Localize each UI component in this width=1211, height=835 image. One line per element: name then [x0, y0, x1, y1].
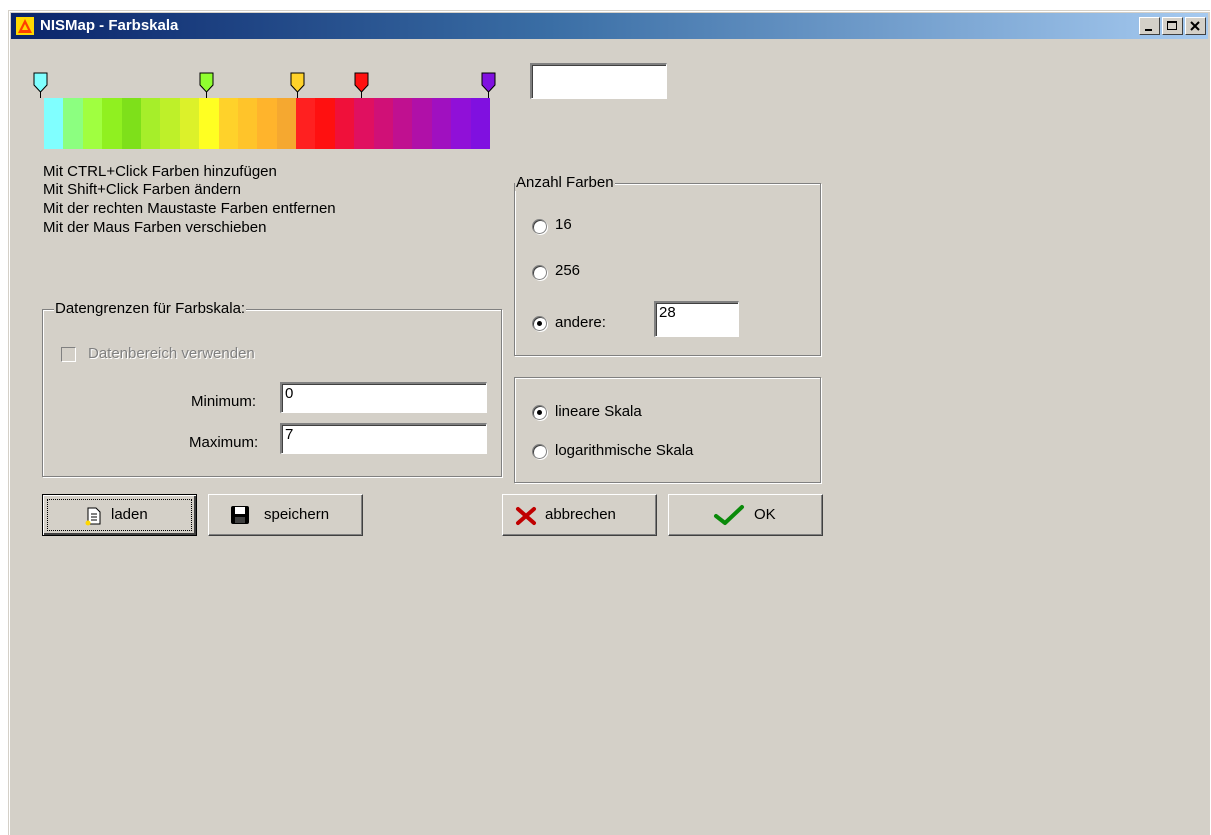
- data-limits-legend: Datengrenzen für Farbskala:: [54, 300, 247, 317]
- radio-logarithmic[interactable]: [532, 444, 547, 459]
- dialog-window: NISMap - Farbskala Mit CTRL+Click Farben…: [8, 10, 1210, 835]
- window-title: NISMap - Farbskala: [40, 17, 179, 34]
- checkmark-icon: [714, 505, 744, 525]
- color-segment: [470, 98, 490, 149]
- marker-cyan[interactable]: [32, 72, 50, 98]
- other-count-input[interactable]: 28: [654, 301, 739, 337]
- load-icon: [85, 507, 101, 526]
- radio-other[interactable]: [532, 316, 547, 331]
- color-segment: [102, 98, 122, 149]
- maximum-label: Maximum:: [189, 434, 259, 451]
- close-button[interactable]: [1185, 17, 1206, 35]
- radio-16[interactable]: [532, 219, 547, 234]
- color-segment: [412, 98, 432, 149]
- radio-256[interactable]: [532, 265, 547, 280]
- marker-violet[interactable]: [480, 72, 498, 98]
- color-segment: [431, 98, 452, 149]
- ok-label: OK: [754, 506, 776, 523]
- minimum-input[interactable]: 0: [280, 382, 487, 413]
- color-segment: [140, 98, 161, 149]
- help-line-1: Mit CTRL+Click Farben hinzufügen: [43, 163, 277, 180]
- color-segment: [82, 98, 103, 149]
- color-segment: [354, 98, 374, 149]
- save-button[interactable]: speichern: [208, 494, 363, 536]
- help-line-2: Mit Shift+Click Farben ändern: [43, 181, 242, 198]
- color-segment: [315, 98, 335, 149]
- title-bar[interactable]: NISMap - Farbskala: [11, 13, 1208, 39]
- load-button[interactable]: laden: [42, 494, 197, 536]
- cancel-icon: [516, 507, 536, 525]
- close-icon: [1190, 21, 1200, 31]
- save-icon: [231, 506, 249, 524]
- help-line-4: Mit der Maus Farben verschieben: [43, 219, 267, 236]
- color-segment: [121, 98, 141, 149]
- radio-other-label: andere:: [555, 314, 606, 331]
- radio-linear[interactable]: [532, 405, 547, 420]
- radio-256-label: 256: [555, 262, 581, 279]
- maximize-button[interactable]: [1162, 17, 1183, 35]
- color-count-legend: Anzahl Farben: [515, 174, 615, 191]
- maximum-input[interactable]: 7: [280, 423, 487, 454]
- cancel-label: abbrechen: [545, 506, 616, 523]
- minimum-label: Minimum:: [191, 393, 257, 410]
- scale-type-group: lineare Skala logarithmische Skala: [514, 377, 821, 483]
- radio-16-label: 16: [555, 216, 572, 233]
- load-label: laden: [111, 506, 148, 523]
- minimize-icon: [1145, 29, 1152, 31]
- ok-button[interactable]: OK: [668, 494, 823, 536]
- use-data-range-checkbox[interactable]: [61, 347, 76, 362]
- marker-red[interactable]: [353, 72, 371, 98]
- maximize-icon: [1167, 21, 1177, 30]
- radio-linear-label: lineare Skala: [555, 403, 642, 420]
- data-limits-group: Datengrenzen für Farbskala: Datenbereich…: [42, 300, 502, 477]
- color-segment: [257, 98, 277, 149]
- color-segment: [296, 98, 316, 149]
- color-gradient-bar[interactable]: [44, 98, 490, 149]
- color-count-group: Anzahl Farben 16 256 andere: 28: [514, 174, 821, 356]
- color-value-field[interactable]: [530, 63, 667, 99]
- color-segment: [237, 98, 258, 149]
- color-segment: [199, 98, 219, 149]
- color-segment: [218, 98, 238, 149]
- color-segment: [334, 98, 355, 149]
- app-icon: [16, 17, 34, 35]
- help-line-3: Mit der rechten Maustaste Farben entfern…: [43, 200, 336, 217]
- color-segment: [160, 98, 180, 149]
- marker-yellow[interactable]: [289, 72, 307, 98]
- color-segment: [63, 98, 83, 149]
- minimize-button[interactable]: [1139, 17, 1160, 35]
- color-segment: [451, 98, 471, 149]
- marker-green[interactable]: [198, 72, 216, 98]
- color-segment: [44, 98, 64, 149]
- save-label: speichern: [264, 506, 330, 523]
- color-segment: [276, 98, 297, 149]
- use-data-range-label: Datenbereich verwenden: [88, 345, 255, 362]
- color-segment: [373, 98, 394, 149]
- radio-logarithmic-label: logarithmische Skala: [555, 442, 694, 459]
- color-segment: [179, 98, 200, 149]
- cancel-button[interactable]: abbrechen: [502, 494, 657, 536]
- color-segment: [393, 98, 413, 149]
